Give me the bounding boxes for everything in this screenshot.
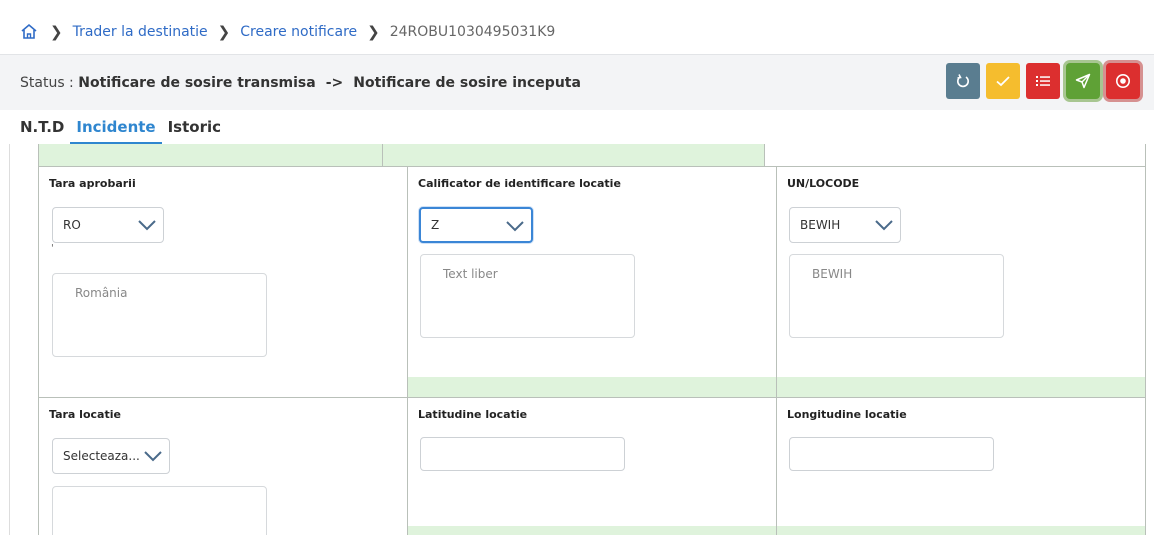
tara-aprobarii-text: România <box>52 273 267 357</box>
chevron-right-icon: ❯ <box>367 23 380 41</box>
select-value: Z <box>431 218 440 232</box>
field-calificator: Calificator de identificare locatie Z Te… <box>407 166 777 398</box>
tab-incidente[interactable]: Incidente <box>70 110 162 144</box>
field-latitudine: Latitudine locatie <box>407 397 777 535</box>
undo-icon <box>957 74 969 88</box>
field-label: Latitudine locatie <box>418 408 528 421</box>
validate-button[interactable] <box>986 63 1020 99</box>
breadcrumb-link-creare[interactable]: Creare notificare <box>240 24 357 40</box>
tara-aprobarii-select[interactable]: RO <box>52 207 164 243</box>
calificator-text[interactable]: Text liber <box>420 254 635 338</box>
send-button[interactable] <box>1066 63 1100 99</box>
row-status-band <box>408 377 776 397</box>
stray-mark: ' <box>51 243 54 254</box>
field-unlocode: UN/LOCODE BEWIH BEWIH <box>776 166 1146 398</box>
select-value: BEWIH <box>800 218 841 232</box>
breadcrumb-link-trader[interactable]: Trader la destinatie <box>73 24 208 40</box>
chevron-down-icon <box>144 451 162 462</box>
list-button[interactable] <box>1026 63 1060 99</box>
field-label: Calificator de identificare locatie <box>418 177 621 190</box>
select-value: Selecteaza... <box>63 449 140 463</box>
tara-locatie-text <box>52 486 267 535</box>
list-icon <box>1036 76 1050 86</box>
status-label: Status : <box>20 74 74 91</box>
status-to: Notificare de sosire inceputa <box>353 74 581 91</box>
undo-button[interactable] <box>946 63 980 99</box>
stop-button[interactable] <box>1106 63 1140 99</box>
select-value: RO <box>63 218 81 232</box>
tab-bar: N.T.D Incidente Istoric <box>20 110 227 144</box>
status-arrow: -> <box>325 74 344 91</box>
tara-locatie-select[interactable]: Selecteaza... <box>52 438 170 474</box>
chevron-down-icon <box>138 220 156 231</box>
tab-istoric[interactable]: Istoric <box>162 110 227 144</box>
send-icon <box>1075 73 1091 89</box>
action-toolbar <box>946 63 1140 99</box>
field-label: Longitudine locatie <box>787 408 907 421</box>
breadcrumb: ❯ Trader la destinatie ❯ Creare notifica… <box>0 10 1154 54</box>
chevron-down-icon <box>875 220 893 231</box>
status-from: Notificare de sosire transmisa <box>78 74 316 91</box>
incidente-form: Tara aprobarii RO ' România Calificator … <box>9 144 1154 535</box>
breadcrumb-current: 24ROBU1030495031K9 <box>389 24 556 40</box>
field-tara-locatie: Tara locatie Selecteaza... <box>38 397 408 535</box>
chevron-right-icon: ❯ <box>217 23 231 41</box>
row-status-band <box>777 377 1145 397</box>
unlocode-select[interactable]: BEWIH <box>789 207 901 243</box>
check-icon <box>996 76 1010 87</box>
chevron-right-icon: ❯ <box>50 23 63 41</box>
field-tara-aprobarii: Tara aprobarii RO ' România <box>38 166 408 398</box>
unlocode-text: BEWIH <box>789 254 1004 338</box>
longitudine-input[interactable] <box>789 437 994 471</box>
stop-icon <box>1116 74 1130 88</box>
field-label: Tara aprobarii <box>49 177 136 190</box>
field-label: UN/LOCODE <box>787 177 860 190</box>
latitudine-input[interactable] <box>420 437 625 471</box>
previous-row-bottom <box>38 144 1146 166</box>
calificator-select[interactable]: Z <box>419 207 533 243</box>
home-icon[interactable] <box>20 22 40 42</box>
field-label: Tara locatie <box>49 408 121 421</box>
row-status-band <box>777 526 1145 535</box>
chevron-down-icon <box>506 221 524 232</box>
tab-ntd[interactable]: N.T.D <box>20 110 70 144</box>
row-status-band <box>408 526 776 535</box>
field-longitudine: Longitudine locatie <box>776 397 1146 535</box>
